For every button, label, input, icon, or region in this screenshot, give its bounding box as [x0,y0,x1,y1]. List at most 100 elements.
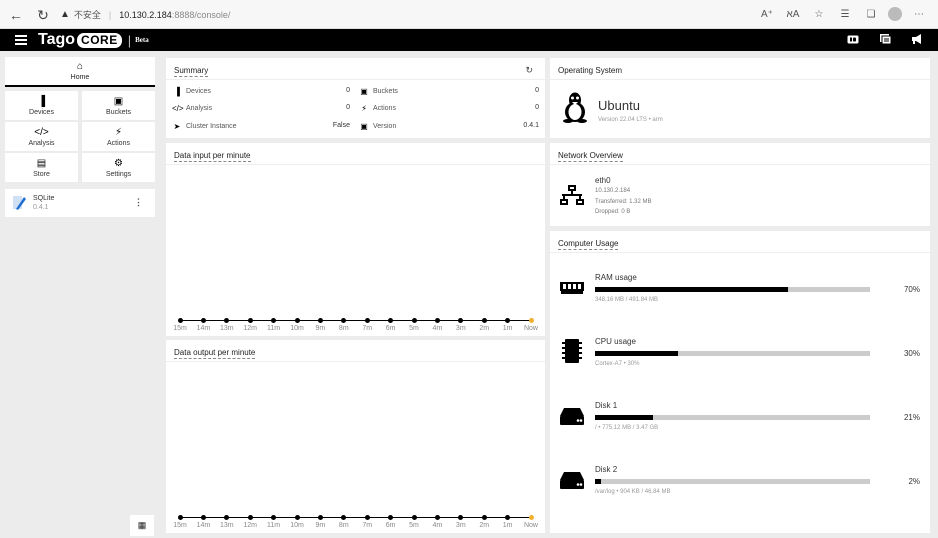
sidebar-item-analysis[interactable]: </> Analysis [5,122,78,151]
summary-row-devices: ▐ Devices [172,87,211,96]
summary-label: Version [373,123,397,130]
sidebar-item-label: Analysis [28,139,55,147]
axis-point [505,515,511,520]
data-input-x-axis: 15m 14m 13m 12m 11m 10m 9m 8m 7m 6m 5m 4m 3m 2m 1m Now [166,317,545,337]
sidebar-item-home[interactable]: ⌂ Home [5,57,155,87]
axis-point [200,515,206,520]
browser-toolbar: ← ↻ ▲ 不安全 | 10.130.2.184 :8888/console/ … [0,0,938,29]
id-card-icon[interactable] [847,34,859,44]
cpu-usage-label: CPU usage [595,337,636,346]
axis-point [458,515,464,520]
network-transferred: Transferred: 1.32 MB [595,199,652,205]
sidebar-item-devices[interactable]: ▐ Devices [5,91,78,120]
app-logo[interactable]: Tago CORE | Beta [38,31,149,49]
security-label: 不安全 [73,10,101,20]
summary-panel: Summary ↻ ▐ Devices 0 </> Analysis 0 ➤ C… [166,58,545,138]
cpu-usage-fill [595,351,678,356]
axis-point [224,318,230,323]
axis-point [364,515,370,520]
cpu-icon [560,339,584,363]
summary-row-version: ▣ Version [359,122,396,131]
os-panel: Operating System Ubuntu Version 22.04 LT… [550,58,930,138]
profile-avatar[interactable] [888,7,902,21]
sidebar-item-store[interactable]: ▤ Store [5,153,78,182]
notes-icon[interactable] [879,34,891,44]
os-title: Operating System [558,66,623,75]
summary-label: Cluster Instance [186,123,237,130]
summary-title: Summary [174,66,209,77]
read-aloud-icon[interactable]: A⁺ [758,5,776,23]
disk2-usage-percent: 2% [908,477,920,486]
database-name: SQLite [33,195,55,202]
summary-label: Buckets [373,88,398,95]
network-interface: eth0 [595,176,611,185]
beta-badge: Beta [135,36,149,44]
summary-row-analysis: </> Analysis [172,104,212,113]
sidebar-item-label: Home [70,74,90,81]
database-icon: ▣ [113,95,124,107]
more-icon[interactable]: ⋯ [910,5,928,23]
ram-usage-bar [595,287,870,292]
axis-point [294,318,300,323]
axis-point [177,515,183,520]
network-icon [560,185,584,210]
database-icon: ▣ [360,87,368,96]
disk1-usage-detail: / • 775.12 MB / 3.47 GB [595,425,659,431]
collections-icon[interactable]: ❏ [862,5,880,23]
axis-point [247,515,253,520]
store-icon: ▤ [36,157,47,169]
summary-label: Analysis [186,105,213,112]
disk2-usage-label: Disk 2 [595,465,618,474]
disk2-usage-detail: /var/log • 904 KB / 46.84 MB [595,489,671,495]
axis-point [434,515,440,520]
network-panel: Network Overview eth0 10.130.2.184 Trans… [550,143,930,226]
sidebar-item-label: Store [33,170,50,178]
sidebar-item-actions[interactable]: ⚡︎ Actions [82,122,155,151]
axis-point [177,318,183,323]
url-separator: | [108,9,112,20]
home-icon: ⌂ [76,61,84,72]
sidebar: ⌂ Home ▐ Devices ▣ Buckets </> Analysis … [0,51,160,538]
axis-point [341,515,347,520]
database-plugin-card[interactable]: SQLite 0.4.1 ⋮ [5,189,155,217]
refresh-icon[interactable]: ↻ [525,65,533,76]
bolt-icon: ⚡︎ [114,126,123,138]
megaphone-icon[interactable] [911,34,923,44]
device-icon: ▐ [174,87,180,96]
disk1-usage-fill [595,415,653,420]
data-output-title: Data output per minute [174,348,256,359]
ram-usage-percent: 70% [903,285,920,294]
disk1-usage-label: Disk 1 [595,401,618,410]
summary-label: Devices [186,88,211,95]
database-version: 0.4.1 [33,204,49,211]
reload-icon[interactable]: ↻ [33,5,53,25]
summary-value: 0 [346,104,350,111]
axis-point [458,318,464,323]
sidebar-item-buckets[interactable]: ▣ Buckets [82,91,155,120]
network-title: Network Overview [558,151,623,162]
axis-point [411,515,417,520]
translate-icon[interactable]: אA [784,5,802,23]
puzzle-icon[interactable]: ▦ [130,515,154,536]
disk1-usage-bar [595,415,870,420]
warning-icon: ▲ [60,9,70,20]
ram-usage-label: RAM usage [595,273,637,282]
cpu-usage-bar [595,351,870,356]
data-output-panel: Data output per minute 15m 14m 13m 12m 11m 10… [166,340,545,533]
hard-drive-icon [560,404,584,428]
favorite-add-icon[interactable]: ☆ [810,5,828,23]
hamburger-menu-icon[interactable] [15,35,27,45]
sidebar-item-settings[interactable]: ⚙︎ Settings [82,153,155,182]
address-bar[interactable]: ▲ 不安全 | 10.130.2.184 :8888/console/ [60,4,765,25]
axis-point [411,318,417,323]
favorites-icon[interactable]: ☰ [836,5,854,23]
code-icon: </> [34,126,49,138]
axis-point [505,318,511,323]
usage-panel: Computer Usage RAM usage 70% 348.16 MB /… [550,231,930,533]
back-icon[interactable]: ← [6,5,26,25]
network-dropped: Dropped: 0 B [595,209,631,215]
sidebar-item-label: Actions [107,139,130,147]
more-options-icon[interactable]: ⋮ [134,197,143,208]
header-actions [847,34,923,44]
hard-drive-icon [560,468,584,492]
